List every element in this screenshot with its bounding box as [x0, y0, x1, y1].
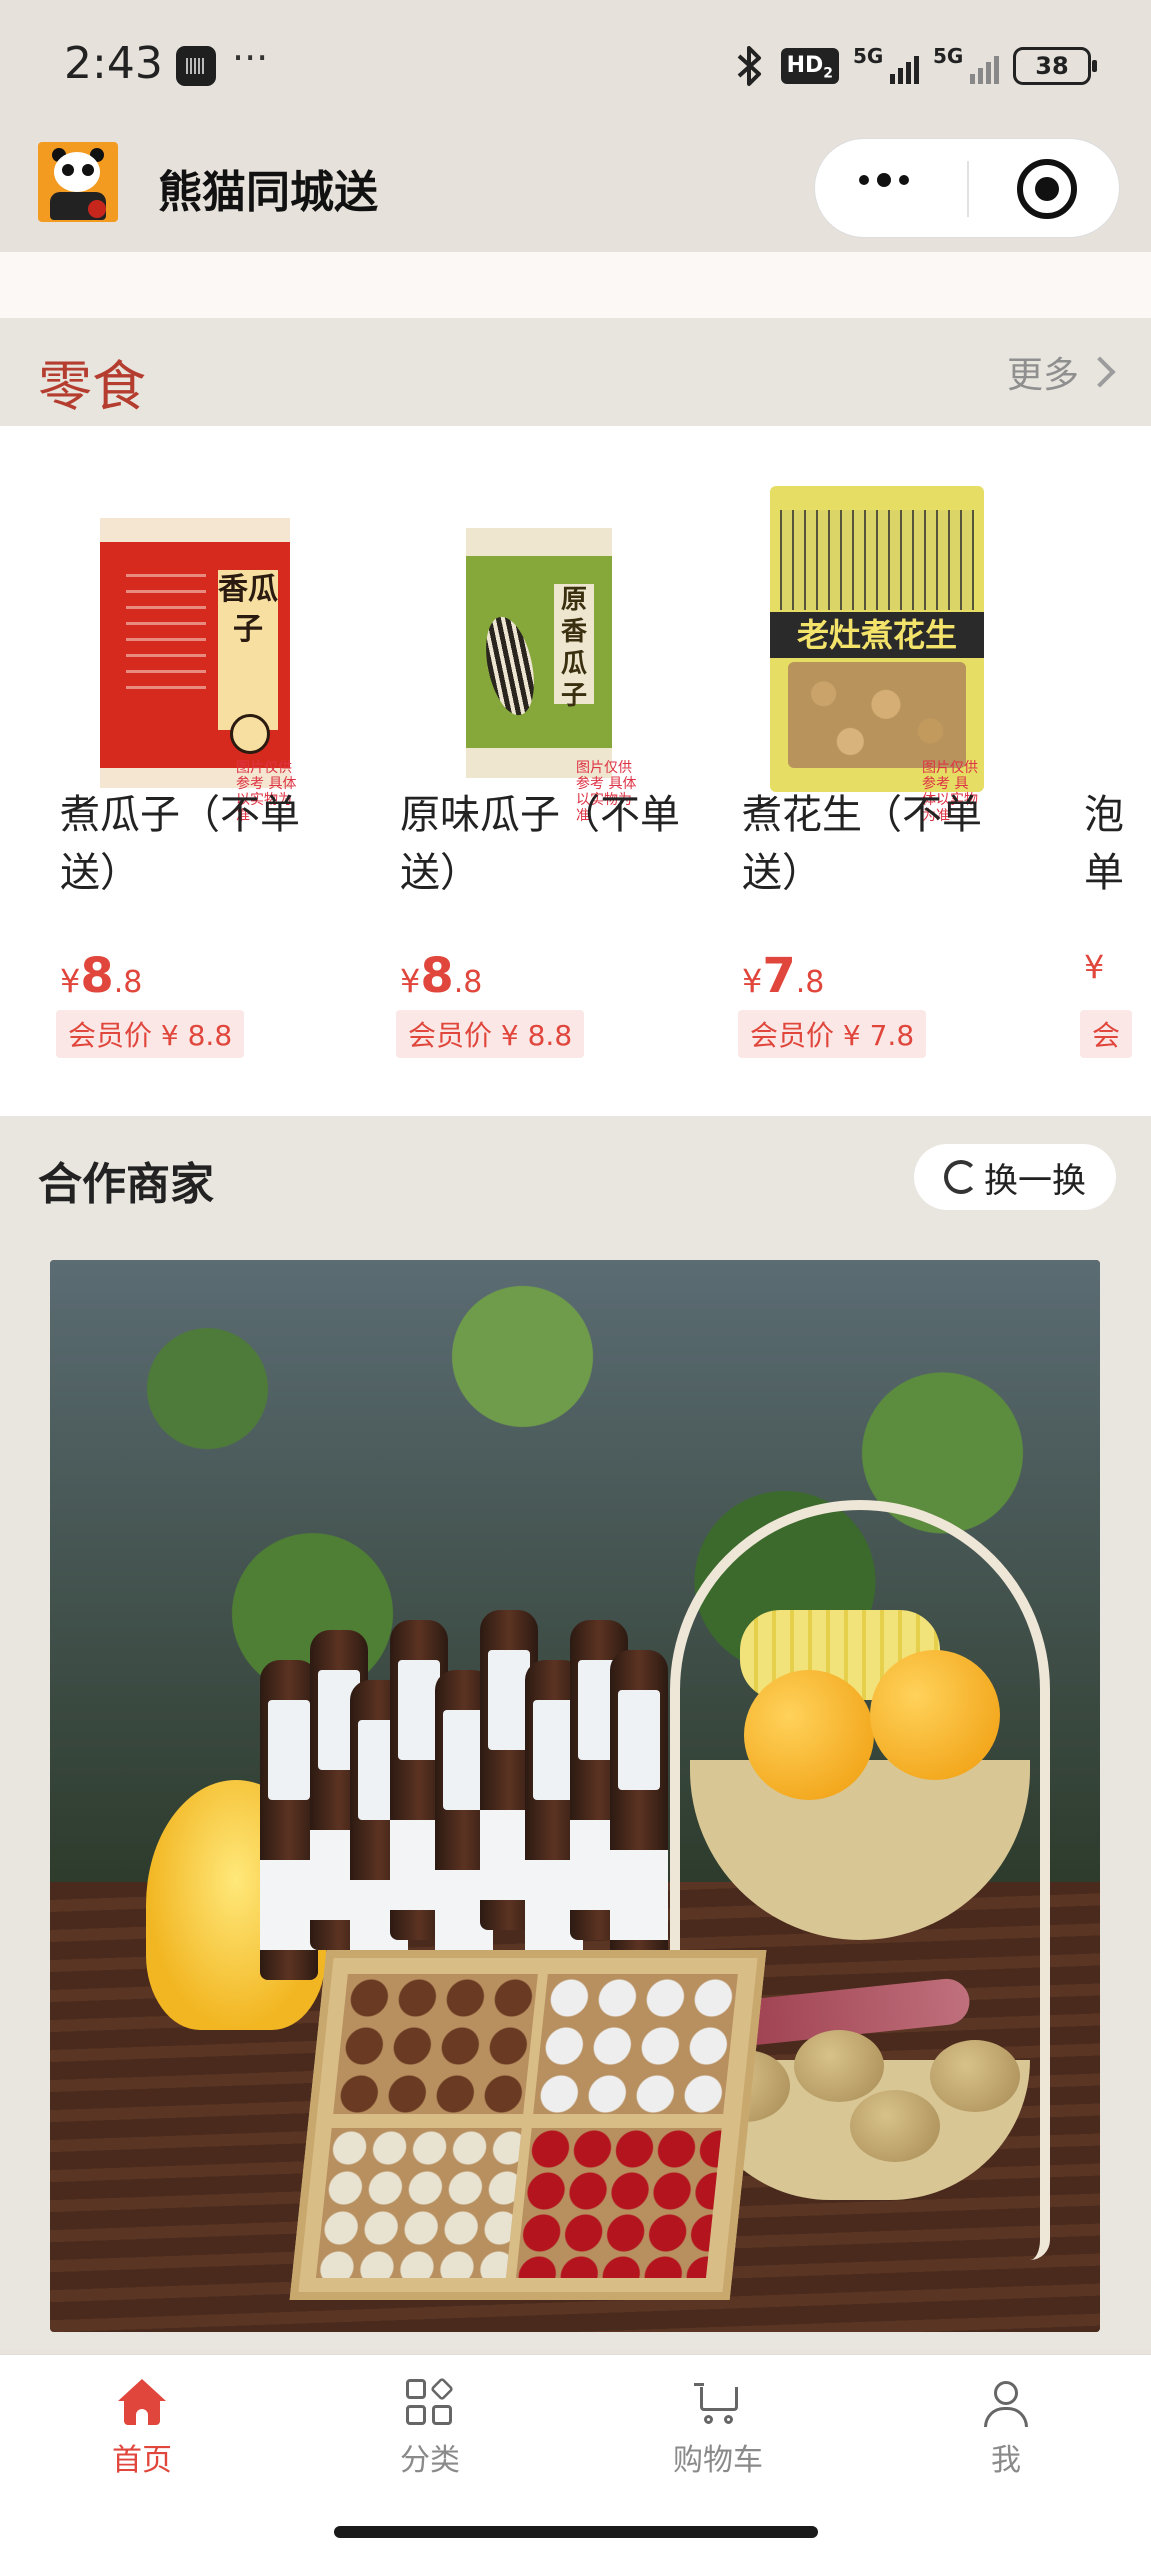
more-link[interactable]: 更多 [1006, 346, 1116, 398]
tab-label: 购物车 [673, 2443, 763, 2478]
refresh-label: 换一换 [984, 1160, 1086, 1201]
product-card[interactable]: 原香瓜子 图片仅供参考 具体以实物为准 原味瓜子（不单送） ¥8.8 会员价 ¥… [340, 426, 680, 1116]
mini-program-header: 熊猫同城送 [0, 130, 1151, 252]
section-title: 零食 [38, 355, 146, 418]
home-indicator[interactable] [334, 2526, 818, 2538]
peanut-package: 老灶煮花生 [770, 486, 984, 792]
tab-label: 我 [991, 2443, 1021, 2478]
panda-logo [38, 142, 118, 222]
target-close-icon[interactable] [1017, 159, 1077, 219]
product-name[interactable]: 煮花生（不单送） [742, 786, 1022, 902]
product-price: ¥8.8 [400, 948, 483, 1004]
status-indicators: HD2 5G 5G 38 [733, 42, 1097, 90]
product-card[interactable]: 香瓜子 图片仅供参考 具体以实物为准 煮瓜子（不单送） ¥8.8 会员价 ¥ 8… [0, 426, 320, 1116]
signal-icon: 5G [933, 44, 999, 88]
app-title: 熊猫同城送 [158, 167, 378, 218]
package-label: 原香瓜子 [554, 584, 594, 711]
product-price: ¥7.8 [742, 948, 825, 1004]
package-label: 老灶煮花生 [770, 612, 984, 658]
product-card[interactable]: 泡单 ¥ 会 [1024, 426, 1151, 1116]
product-card[interactable]: 老灶煮花生 图片仅供参考 具体以实物为准 煮花生（不单送） ¥7.8 会员价 ¥… [682, 426, 1002, 1116]
product-image[interactable]: 香瓜子 图片仅供参考 具体以实物为准 [0, 456, 300, 824]
product-price: ¥8.8 [60, 948, 143, 1004]
product-image[interactable]: 老灶煮花生 图片仅供参考 具体以实物为准 [682, 456, 984, 824]
hd-voice-badge: HD2 [780, 48, 839, 84]
status-more-dots: ··· [232, 36, 269, 80]
partners-section-header: 合作商家 换一换 [0, 1116, 1151, 1260]
cart-icon [694, 2379, 742, 2427]
tab-me[interactable]: 我 [906, 2379, 1106, 2479]
category-grid-icon [406, 2376, 455, 2427]
snack-products-row: 香瓜子 图片仅供参考 具体以实物为准 煮瓜子（不单送） ¥8.8 会员价 ¥ 8… [0, 426, 1151, 1116]
member-price-badge: 会 [1080, 1010, 1133, 1058]
home-icon [118, 2379, 166, 2427]
chevron-right-icon [1084, 356, 1116, 388]
user-icon [982, 2379, 1030, 2427]
member-price-badge: 会员价 ¥ 7.8 [738, 1010, 927, 1058]
section-title: 合作商家 [38, 1159, 214, 1210]
package-label: 香瓜子 [218, 570, 278, 730]
spacer [0, 252, 1151, 318]
tab-cart[interactable]: 购物车 [618, 2379, 818, 2479]
product-price: ¥ [1084, 948, 1105, 986]
more-dots-icon[interactable] [859, 173, 909, 187]
sunflower-seed-package: 原香瓜子 [466, 528, 612, 778]
bottom-tab-bar: 首页 分类 购物车 我 [0, 2354, 1151, 2504]
battery-icon: 38 [1013, 47, 1097, 85]
recorder-app-icon [176, 46, 216, 86]
more-label: 更多 [1006, 355, 1079, 396]
refresh-partners-button[interactable]: 换一换 [914, 1144, 1116, 1210]
status-bar: 2:43 ··· HD2 5G 5G 38 [0, 0, 1151, 130]
tab-home[interactable]: 首页 [42, 2379, 242, 2479]
product-name[interactable]: 煮瓜子（不单送） [60, 786, 340, 902]
signal-label: 5G [933, 44, 964, 68]
bluetooth-icon [737, 46, 761, 86]
capsule-menu [814, 138, 1120, 238]
tab-category[interactable]: 分类 [330, 2376, 530, 2479]
sunflower-seed-package: 香瓜子 [100, 518, 290, 788]
member-price-badge: 会员价 ¥ 8.8 [396, 1010, 585, 1058]
partner-carousel-image[interactable] [50, 1260, 1100, 2332]
system-gesture-area [0, 2504, 1151, 2560]
tab-label: 分类 [400, 2443, 460, 2478]
status-time: 2:43 [64, 38, 163, 89]
product-name[interactable]: 原味瓜子（不单送） [400, 786, 680, 902]
product-name[interactable]: 泡单 [1084, 786, 1144, 902]
capsule-divider [967, 161, 969, 217]
signal-label: 5G [853, 44, 884, 68]
member-price-badge: 会员价 ¥ 8.8 [56, 1010, 245, 1058]
snacks-section-header: 零食 更多 [0, 318, 1151, 426]
refresh-icon [944, 1160, 978, 1194]
tab-label: 首页 [112, 2443, 172, 2478]
signal-icon: 5G [853, 44, 919, 88]
product-image[interactable]: 原香瓜子 图片仅供参考 具体以实物为准 [340, 456, 640, 824]
